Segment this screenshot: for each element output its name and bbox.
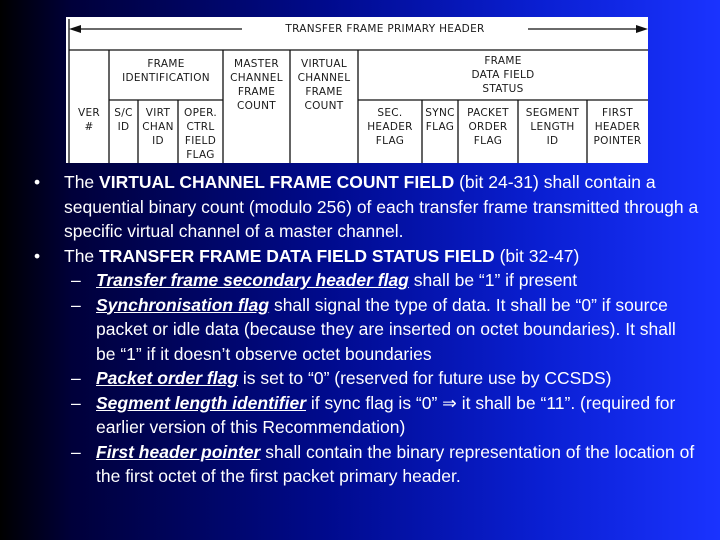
dash-icon: –: [71, 270, 81, 290]
arrow-left-icon: [69, 25, 81, 33]
term: Segment length identifier: [96, 392, 307, 413]
group-virtual-channel-frame-count: VIRTUAL CHANNEL FRAME COUNT: [297, 58, 351, 112]
sub-bullet-synchronisation-flag: – Synchronisation flag shall signal the …: [71, 294, 676, 364]
slide-body: • The VIRTUAL CHANNEL FRAME COUNT FIELD …: [0, 170, 720, 489]
arrow-right-icon: [636, 25, 648, 33]
sub-bullet-secondary-header-flag: – Transfer frame secondary header flag s…: [0, 268, 720, 293]
banner-title: TRANSFER FRAME PRIMARY HEADER: [285, 23, 485, 35]
field-segment-length-id: SEGMENT LENGTH ID: [525, 107, 580, 147]
sub-bullet-segment-length-identifier: – Segment length identifier if sync flag…: [71, 392, 676, 438]
dash-icon: –: [71, 294, 81, 315]
field-first-header-pointer: FIRST HEADER POINTER: [593, 107, 642, 147]
field-spacecraft-id: S/C ID: [114, 107, 133, 133]
bullet-icon: •: [34, 245, 41, 266]
field-secondary-header-flag: SEC. HEADER FLAG: [367, 107, 413, 147]
field-version-number: VER #: [77, 107, 100, 133]
field-virtual-channel-id: VIRT CHAN ID: [142, 107, 174, 147]
bullet-virtual-channel-frame-count: • The VIRTUAL CHANNEL FRAME COUNT FIELD …: [34, 172, 699, 241]
bullet-data-field-status: • The TRANSFER FRAME DATA FIELD STATUS F…: [0, 244, 720, 269]
dash-icon: –: [71, 441, 81, 462]
bold-term: VIRTUAL CHANNEL FRAME COUNT FIELD: [99, 172, 455, 192]
transfer-frame-primary-header-diagram: TRANSFER FRAME PRIMARY HEADER FRAME IDEN…: [66, 17, 648, 163]
bold-term: TRANSFER FRAME DATA FIELD STATUS FIELD: [99, 245, 495, 266]
group-frame-data-field-status: FRAME DATA FIELD STATUS: [471, 55, 535, 95]
field-operational-control-field-flag: OPER. CTRL FIELD FLAG: [184, 107, 217, 161]
bullet-icon: •: [34, 172, 41, 192]
dash-icon: –: [71, 368, 81, 388]
dash-icon: –: [71, 392, 81, 413]
term: Transfer frame secondary header flag: [96, 270, 409, 290]
field-sync-flag: SYNC FLAG: [425, 107, 455, 133]
field-packet-order-flag: PACKET ORDER FLAG: [467, 107, 509, 147]
term: First header pointer: [96, 441, 261, 462]
sub-bullet-packet-order-flag: – Packet order flag is set to “0” (reser…: [0, 366, 720, 391]
term: Synchronisation flag: [96, 294, 270, 315]
sub-bullet-first-header-pointer: – First header pointer shall contain the…: [71, 441, 695, 487]
group-frame-identification: FRAME IDENTIFICATION: [122, 58, 210, 84]
term: Packet order flag: [96, 368, 238, 388]
group-master-channel-frame-count: MASTER CHANNEL FRAME COUNT: [230, 58, 283, 112]
